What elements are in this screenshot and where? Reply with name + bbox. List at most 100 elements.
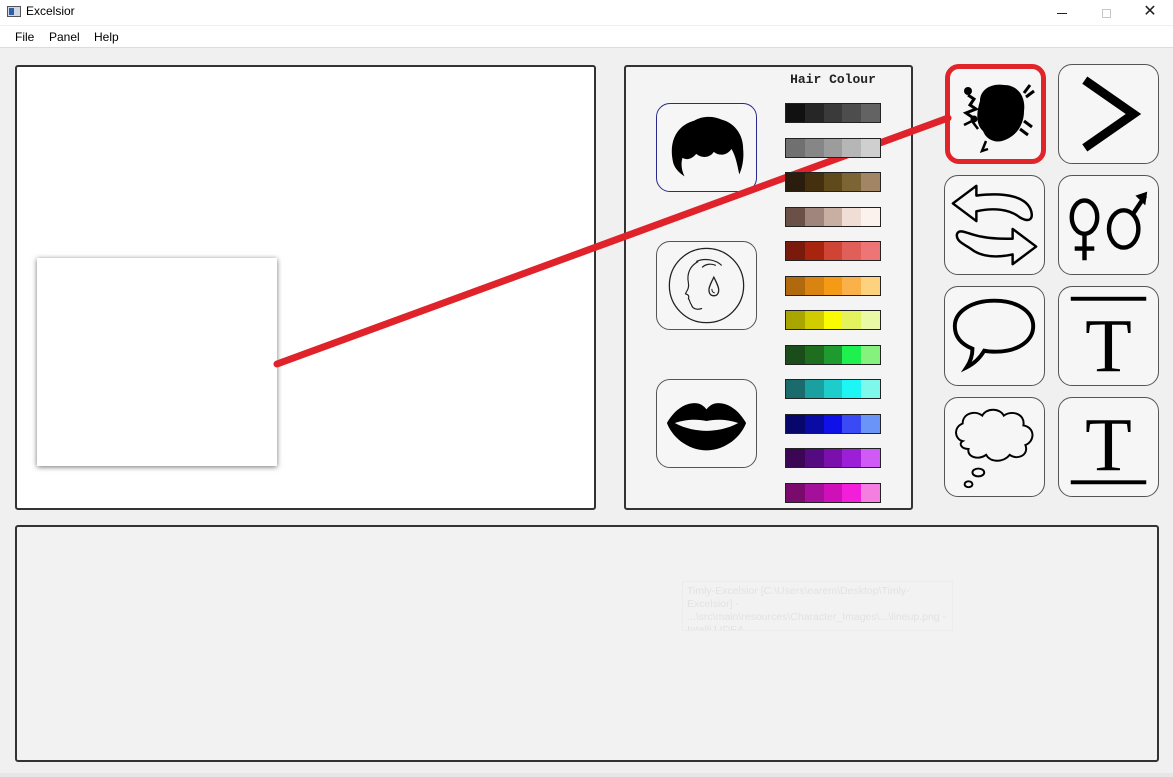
swatch-row <box>785 103 881 123</box>
colour-swatch[interactable] <box>786 449 805 467</box>
colour-swatch[interactable] <box>861 208 880 226</box>
colour-swatch[interactable] <box>786 311 805 329</box>
colour-swatch[interactable] <box>861 484 880 502</box>
colour-swatch[interactable] <box>786 380 805 398</box>
close-button[interactable]: ✕ <box>1128 0 1172 25</box>
colour-swatch[interactable] <box>804 242 824 260</box>
minimize-button[interactable] <box>1040 0 1084 25</box>
character-icon <box>962 84 1035 154</box>
colour-swatch[interactable] <box>823 449 843 467</box>
swatch-row <box>785 414 881 434</box>
lips-button[interactable] <box>656 379 757 468</box>
speech-bubble-icon <box>952 298 1036 373</box>
colour-swatch[interactable] <box>842 346 862 364</box>
colour-swatch[interactable] <box>804 346 824 364</box>
swatch-row <box>785 138 881 158</box>
colour-swatch[interactable] <box>842 484 862 502</box>
skin-tone-icon <box>668 247 745 324</box>
colour-swatch[interactable] <box>823 139 843 157</box>
colour-swatch[interactable] <box>842 277 862 295</box>
colour-swatch[interactable] <box>823 173 843 191</box>
colour-swatch[interactable] <box>786 173 805 191</box>
colour-swatch[interactable] <box>861 346 880 364</box>
colour-swatch[interactable] <box>823 346 843 364</box>
colour-swatch[interactable] <box>786 346 805 364</box>
colour-swatch[interactable] <box>861 139 880 157</box>
swatch-row <box>785 241 881 261</box>
colour-swatch[interactable] <box>804 139 824 157</box>
colour-swatch[interactable] <box>786 104 805 122</box>
colour-swatch[interactable] <box>804 208 824 226</box>
colour-swatch[interactable] <box>861 104 880 122</box>
colour-swatch[interactable] <box>804 277 824 295</box>
colour-swatch[interactable] <box>842 208 862 226</box>
gender-button[interactable] <box>1058 175 1159 275</box>
swap-button[interactable] <box>944 175 1045 275</box>
thought-bubble-button[interactable] <box>944 397 1045 497</box>
colour-swatch[interactable] <box>786 208 805 226</box>
colour-swatch[interactable] <box>804 415 824 433</box>
window-bottom-edge <box>0 773 1173 777</box>
swatch-row <box>785 448 881 468</box>
window-title: Excelsior <box>26 4 75 18</box>
colour-swatch[interactable] <box>861 242 880 260</box>
overline-text-icon: T <box>1070 296 1147 385</box>
colour-swatch[interactable] <box>861 277 880 295</box>
menu-bar: File Panel Help <box>0 26 1173 48</box>
colour-swatch[interactable] <box>804 311 824 329</box>
colour-swatch[interactable] <box>842 311 862 329</box>
colour-swatch[interactable] <box>842 380 862 398</box>
palette-title: Hair Colour <box>790 72 876 87</box>
colour-swatch[interactable] <box>842 449 862 467</box>
colour-swatch[interactable] <box>786 484 805 502</box>
menu-panel[interactable]: Panel <box>49 30 80 44</box>
character-button[interactable] <box>945 64 1046 164</box>
hair-button[interactable] <box>656 103 757 192</box>
swatch-row <box>785 207 881 227</box>
colour-swatch[interactable] <box>823 415 843 433</box>
underline-text-button[interactable]: T <box>1058 397 1159 497</box>
colour-swatch[interactable] <box>823 242 843 260</box>
colour-swatch[interactable] <box>823 380 843 398</box>
colour-swatch[interactable] <box>804 380 824 398</box>
colour-swatch[interactable] <box>823 208 843 226</box>
title-bar: Excelsior ✕ <box>0 0 1173 25</box>
colour-swatch[interactable] <box>861 380 880 398</box>
overline-text-button[interactable]: T <box>1058 286 1159 386</box>
swap-arrows-icon <box>951 184 1038 266</box>
colour-swatch[interactable] <box>804 104 824 122</box>
colour-swatch[interactable] <box>804 173 824 191</box>
colour-swatch[interactable] <box>804 484 824 502</box>
colour-swatch[interactable] <box>786 242 805 260</box>
maximize-button[interactable] <box>1084 0 1128 25</box>
colour-swatch[interactable] <box>804 449 824 467</box>
next-button[interactable] <box>1058 64 1159 164</box>
colour-swatch[interactable] <box>861 415 880 433</box>
next-arrow-icon <box>1082 76 1142 152</box>
colour-swatch[interactable] <box>786 415 805 433</box>
menu-file[interactable]: File <box>15 30 34 44</box>
menu-help[interactable]: Help <box>94 30 119 44</box>
colour-swatch[interactable] <box>861 173 880 191</box>
colour-swatch[interactable] <box>842 104 862 122</box>
colour-swatch[interactable] <box>823 104 843 122</box>
colour-swatch[interactable] <box>786 277 805 295</box>
colour-swatch[interactable] <box>823 277 843 295</box>
ghost-tooltip-text: Timly-Excelsior [C:\Users\earem\Desktop\… <box>682 581 953 631</box>
comic-panel-frame[interactable] <box>37 258 277 466</box>
colour-swatch[interactable] <box>823 311 843 329</box>
speech-bubble-button[interactable] <box>944 286 1045 386</box>
colour-swatch[interactable] <box>861 449 880 467</box>
colour-swatch[interactable] <box>842 415 862 433</box>
colour-swatch[interactable] <box>842 242 862 260</box>
swatch-row <box>785 379 881 399</box>
colour-swatch[interactable] <box>786 139 805 157</box>
colour-swatch[interactable] <box>842 139 862 157</box>
colour-swatch[interactable] <box>861 311 880 329</box>
colour-swatch[interactable] <box>823 484 843 502</box>
dialogue-panel[interactable] <box>15 525 1159 762</box>
colour-swatch[interactable] <box>842 173 862 191</box>
skin-tone-button[interactable] <box>656 241 757 330</box>
svg-text:T: T <box>1085 303 1132 385</box>
gender-icon <box>1069 191 1148 261</box>
